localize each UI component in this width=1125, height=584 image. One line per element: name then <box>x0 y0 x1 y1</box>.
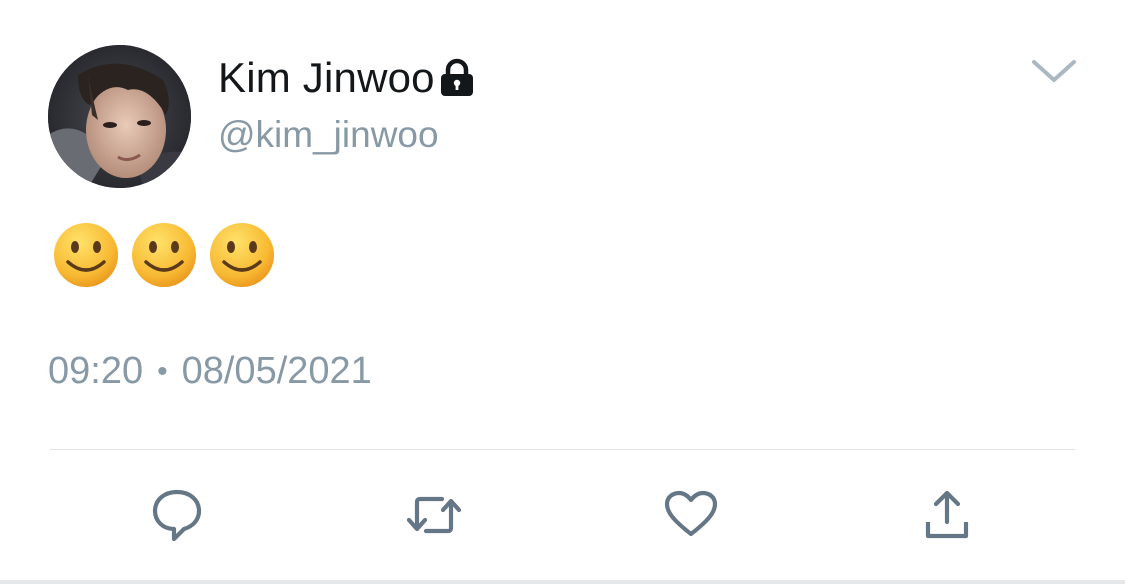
tweet-card: Kim Jinwoo @kim_jinwoo 09:20 • 08/05/202… <box>0 0 1125 584</box>
chevron-down-icon[interactable] <box>1030 56 1078 86</box>
tweet-date: 08/05/2021 <box>181 350 372 392</box>
tweet-time: 09:20 <box>48 350 144 392</box>
handle[interactable]: @kim_jinwoo <box>218 114 439 156</box>
lock-icon <box>439 58 475 98</box>
slightly-smiling-face-emoji <box>53 222 119 288</box>
bottom-border <box>0 580 1125 584</box>
retweet-icon <box>406 496 462 534</box>
share-icon <box>925 490 969 539</box>
retweet-button[interactable] <box>404 485 464 545</box>
reply-button[interactable] <box>147 485 207 545</box>
display-name-row: Kim Jinwoo <box>218 50 475 106</box>
avatar-photo <box>48 45 191 188</box>
share-button[interactable] <box>917 485 977 545</box>
divider <box>50 449 1075 450</box>
avatar[interactable] <box>48 45 191 188</box>
speech-bubble-icon <box>152 489 202 542</box>
like-button[interactable] <box>661 485 721 545</box>
slightly-smiling-face-emoji <box>131 222 197 288</box>
display-name[interactable]: Kim Jinwoo <box>218 54 435 102</box>
heart-icon <box>664 490 718 537</box>
action-bar <box>0 485 1125 545</box>
tweet-text <box>53 222 275 292</box>
timestamp[interactable]: 09:20 • 08/05/2021 <box>48 350 372 393</box>
separator-dot: • <box>157 354 168 388</box>
slightly-smiling-face-emoji <box>209 222 275 288</box>
